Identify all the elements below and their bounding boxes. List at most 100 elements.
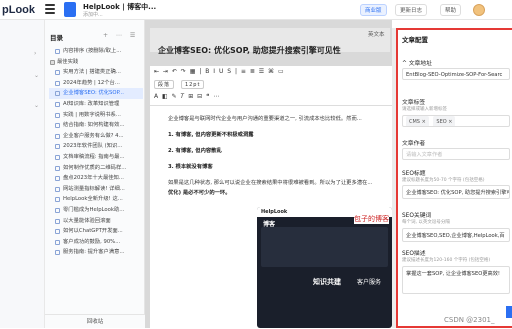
document-icon [55,250,60,256]
directory-item-label: 以大量能体验回滚面 [63,217,111,224]
document-icon [55,218,60,224]
watermark: CSDN @2301_ [444,316,495,324]
tags-label: 文章标签 [402,100,426,106]
directory-item[interactable]: 以大量能体验回滚面 [49,216,143,227]
directory-item-label: 2024年趋势 | 12个台... [63,79,120,86]
directory-item[interactable]: 如何制作优质的二维码样... [49,163,143,174]
avatar[interactable] [473,4,485,16]
directory-item[interactable]: 实用方法 | 搭建类正确... [49,67,143,78]
directory-item-label: HelpLook全新升级! 这... [63,196,123,203]
toolbar-row-2: 段落 12pt [154,80,208,92]
directory-item-label: 结合指南: 如何构建有效... [63,122,125,129]
chevron-down-icon[interactable]: ⌄ [34,102,39,109]
document-icon [55,154,60,160]
toolbar-row-3[interactable]: A ◧ ✎ 𝑇 ⊞ ⊟ ❝ ⋯ [154,93,220,105]
author-input[interactable]: 请输入文章作者 [402,148,510,160]
tag-chip[interactable]: SEO × [433,116,456,126]
directory-item[interactable]: 零门槛成为HelpLook助... [49,205,143,216]
recycle-bin-button[interactable]: 回收站 [45,314,145,328]
help-button[interactable]: 帮助 [440,4,462,16]
document-icon [55,70,60,76]
directory-item[interactable]: HelpLook全新升级! 这... [49,194,143,205]
directory-item[interactable]: 实践 | 用数字说明书系... [49,110,143,121]
left-nav: › ⌄ ⌄ [0,20,45,328]
directory-item-label: 实用方法 | 搭建类正确... [63,69,121,76]
directory-item-label: AI知识库: 改革知识管理 [63,100,120,107]
document-icon [55,133,60,139]
directory-item[interactable]: 2023年软件团队 (知识... [49,141,143,152]
document-icon [55,207,60,213]
seo-description-input[interactable]: 掌握这一套SOP, 让企业博客SEO更高效! [402,266,510,294]
directory-item-label: 文档审稿流程: 指南与最... [63,153,125,160]
directory-item[interactable]: 盘点2023年十大最佳知... [49,173,143,184]
directory-item[interactable]: AI知识库: 改革知识管理 [49,99,143,110]
paragraph: 如果是这几种状态, 那么可以说企业在搜索结果中将很难被看到。所以为了让更多潜在.… [168,180,373,186]
document-icon [55,101,60,107]
directory-item[interactable]: 2024年趋势 | 12个台... [49,78,143,89]
directory-item[interactable]: 网站测量指标解读! 详细... [49,184,143,195]
tags-input[interactable]: CMS × SEO × [402,115,510,127]
document-icon [55,229,60,235]
project-subtitle: 添加中... [83,12,103,18]
directory-item-label: 如何以ChatGPT开发面... [63,228,123,235]
document-icon [55,176,60,182]
tags-hint: 请选择或输入新增标签 [402,107,447,112]
directory-item[interactable]: 客户成功的鼓励, 90%... [49,237,143,248]
update-log-button[interactable]: 更新日志 [395,4,428,16]
embedded-label: 客户服务 [357,279,382,286]
directory-folder[interactable]: 最佳实践 [49,57,143,68]
top-bar: pLook HelpLook | 博客中... 添加中... 商业版 更新日志 … [0,0,512,20]
directory-item-label: 网站测量指标解读! 详细... [63,185,125,192]
paragraph: 3. 根本就没有博客 [168,164,213,170]
seo-title-input[interactable]: 企业博客SEO: 优化SOP, 助您提升搜索引擎可见... [402,185,510,199]
brand-logo[interactable]: pLook [2,4,35,16]
url-input[interactable]: EntBlog-SEO-Optimize-SOP-For-Searc [402,68,510,80]
english-version-button[interactable]: 英文本 [368,30,385,38]
seo-keywords-hint: 每个词, 以英文逗号分隔 [402,220,450,225]
directory-item[interactable]: 内容排序 (按删除/取上... [49,46,143,57]
folder-icon [50,59,55,65]
seo-title-hint: 建议标题长度为50-70 个字符 (包括空格) [402,178,485,183]
document-icon [55,123,60,129]
floating-action-button[interactable] [506,306,512,318]
directory-tools[interactable]: + ⋯ ☰ [103,32,138,39]
embedded-image[interactable]: HelpLook 博客 知识共建 客户服务 [257,207,392,328]
document-icon [55,144,60,150]
document-icon [55,197,60,203]
directory-item[interactable]: 如何以ChatGPT开发面... [49,226,143,237]
directory-item-label: 企业博客SEO: 优化SOP... [63,90,124,97]
directory-item[interactable]: 服务指南: 提升客户满意... [49,247,143,258]
embedded-label: 知识共建 [313,278,341,286]
directory-panel: 目录 + ⋯ ☰ 内容排序 (按删除/取上... 最佳实践 实用方法 | 搭建类正确… [45,20,145,328]
chevron-down-icon[interactable]: ⌄ [34,72,39,79]
font-size-select[interactable]: 12pt [180,80,205,89]
document-icon [55,239,60,245]
embedded-banner [261,227,388,267]
seo-description-hint: 建议描述长度为120-160 个字符 (包括空格) [402,258,491,263]
paragraph: 优化) 是必不可少的一环。 [168,190,231,196]
seo-keywords-input[interactable]: 企业博客SEO,SEO,企业博客,HelpLook,百 [402,228,510,242]
seo-title-label: SEO标题 [402,171,426,177]
directory-item[interactable]: 企业客户服务有么做? 4... [49,131,143,142]
directory-item-label: 服务指南: 提升客户满意... [63,249,125,256]
url-label[interactable]: ^ 文章地址 [402,58,432,67]
article-title[interactable]: 企业博客SEO: 优化SOP, 助您提升搜索引擎可见性 [158,45,341,56]
paragraph: 企业博客是与联网时代企业与用户沟通的重要渠道之一, 引流成本也比较低。然而... [168,116,362,122]
document-icon [55,91,60,97]
toolbar-row-1[interactable]: ⇤ ⇥ ↶ ↷ ▦ | B I U S | ≡ ≣ ☰ ⌘ ▭ [154,68,285,80]
chevron-right-icon[interactable]: › [34,50,36,57]
tag-chip[interactable]: CMS × [406,116,429,126]
directory-item[interactable]: 文档审稿流程: 指南与最... [49,152,143,163]
directory-item-label: 最佳实践 [57,58,79,65]
directory-item[interactable]: 结合指南: 如何构建有效... [49,120,143,131]
format-select[interactable]: 段落 [154,80,175,89]
editor-toolbar: ⇤ ⇥ ↶ ↷ ▦ | B I U S | ≡ ≣ ☰ ⌘ ▭ 段落 12pt … [150,66,392,106]
document-icon [64,2,76,17]
menu-icon[interactable] [45,4,55,14]
directory-item[interactable]: 企业博客SEO: 优化SOP... [49,88,143,99]
business-edition-button[interactable]: 商业版 [360,4,387,16]
article-config-panel: 文章配置 ^ 文章地址 EntBlog-SEO-Optimize-SOP-For… [396,28,512,328]
directory-item-label: 如何制作优质的二维码样... [63,164,127,171]
document-icon [55,49,60,54]
directory-item-label: 盘点2023年十大最佳知... [63,175,124,182]
